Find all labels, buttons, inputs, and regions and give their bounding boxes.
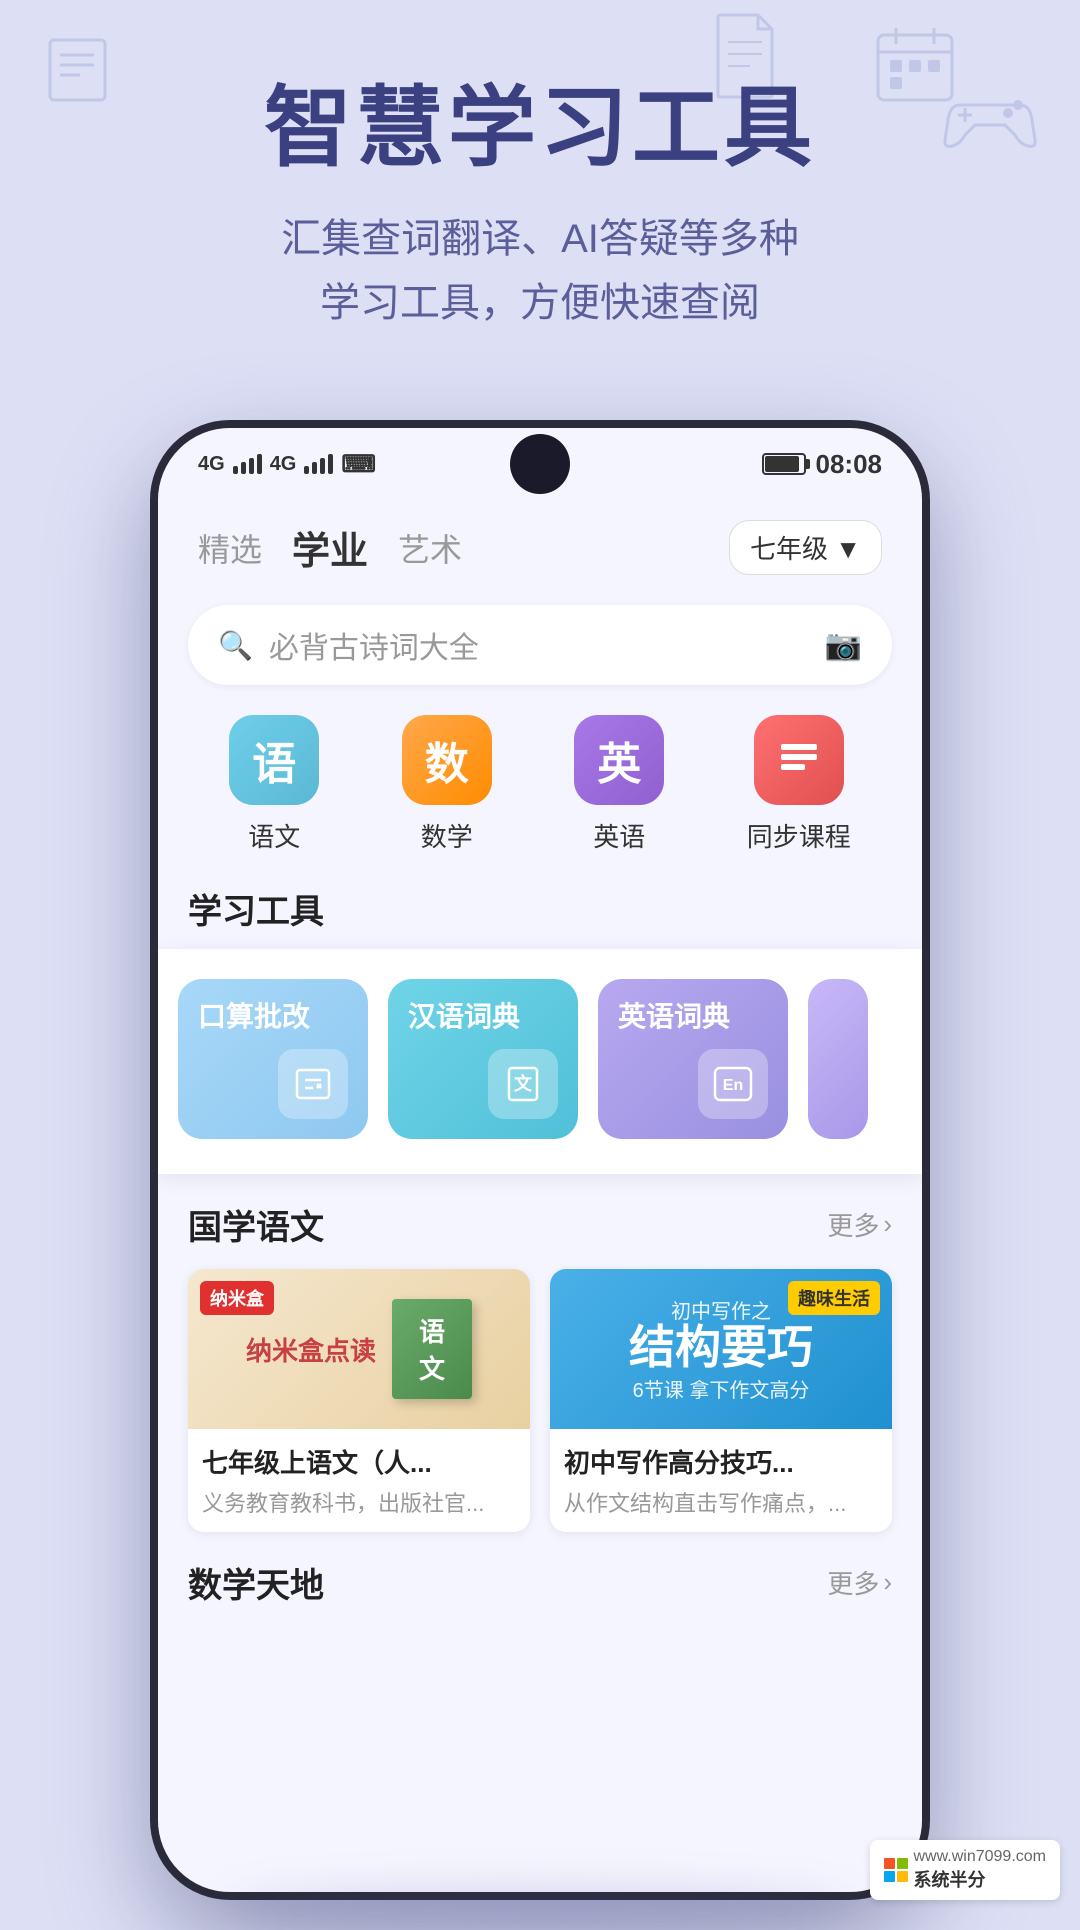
camera-icon[interactable]: 📷 bbox=[825, 628, 862, 663]
subject-math[interactable]: 数 数学 bbox=[402, 715, 492, 854]
status-left: 4G 4G ⌨ bbox=[198, 450, 376, 479]
tab-art[interactable]: 艺术 bbox=[398, 525, 462, 571]
phone-frame: 4G 4G ⌨ bbox=[150, 420, 930, 1900]
math-section-header: 数学天地 更多 › bbox=[158, 1548, 922, 1607]
wifi-icon: ⌨ bbox=[341, 450, 376, 479]
course-grid: 纳米盒 纳米盒点读 语文 七年级上语文（人... 义务教育教科书，出版社官... bbox=[188, 1269, 892, 1532]
tools-section: 口算批改 汉语词典 bbox=[158, 949, 922, 1174]
guoxue-header-row: 国学语文 更多 › bbox=[188, 1200, 892, 1249]
page-subtitle: 汇集查词翻译、AI答疑等多种 学习工具，方便快速查阅 bbox=[60, 207, 1020, 335]
clock: 08:08 bbox=[816, 449, 883, 480]
course1-desc: 义务教育教科书，出版社官... bbox=[202, 1486, 516, 1518]
signal-bars-1 bbox=[233, 454, 262, 474]
oral-label: 口算批改 bbox=[198, 999, 310, 1035]
watermark: www.win7099.com 系统半分 bbox=[870, 1840, 1061, 1900]
guoxue-more[interactable]: 更多 › bbox=[827, 1206, 892, 1243]
grade-selector[interactable]: 七年级 ▼ bbox=[729, 520, 882, 575]
tool-more[interactable] bbox=[808, 979, 868, 1139]
sync-icon bbox=[754, 715, 844, 805]
tab-academic[interactable]: 学业 bbox=[292, 520, 368, 575]
svg-text:En: En bbox=[723, 1077, 743, 1094]
sync-label: 同步课程 bbox=[747, 817, 851, 854]
course-thumb-2: 趣味生活 初中写作之 结构要巧 6节课 拿下作文高分 bbox=[550, 1269, 892, 1429]
subjects-grid: 语 语文 数 数学 英 英语 bbox=[158, 705, 922, 874]
status-bar: 4G 4G ⌨ bbox=[158, 428, 922, 500]
status-right: 08:08 bbox=[762, 449, 883, 480]
subject-english[interactable]: 英 英语 bbox=[574, 715, 664, 854]
svg-text:文: 文 bbox=[514, 1073, 533, 1094]
english-label: 英语 bbox=[593, 817, 645, 854]
math-icon: 数 bbox=[402, 715, 492, 805]
page-title: 智慧学习工具 bbox=[60, 80, 1020, 177]
course1-meta: 七年级上语文（人... 义务教育教科书，出版社官... bbox=[188, 1429, 530, 1532]
math-more[interactable]: 更多 › bbox=[827, 1564, 892, 1601]
course1-badge: 纳米盒 bbox=[200, 1281, 274, 1315]
guoxue-title: 国学语文 bbox=[188, 1200, 324, 1249]
search-placeholder: 必背古诗词大全 bbox=[269, 623, 809, 667]
phone-mockup: 4G 4G ⌨ bbox=[150, 420, 930, 1900]
math-label: 数学 bbox=[421, 817, 473, 854]
search-icon: 🔍 bbox=[218, 629, 253, 662]
course2-meta: 初中写作高分技巧... 从作文结构直击写作痛点，... bbox=[550, 1429, 892, 1532]
tool-english-dict[interactable]: 英语词典 En bbox=[598, 979, 788, 1139]
chinese-icon: 语 bbox=[229, 715, 319, 805]
english-dict-icon: En bbox=[698, 1049, 768, 1119]
chinese-dict-label: 汉语词典 bbox=[408, 999, 520, 1035]
tab-featured[interactable]: 精选 bbox=[198, 525, 262, 571]
app-content: 精选 学业 艺术 七年级 ▼ 🔍 必背古诗词大全 📷 语 语文 bbox=[158, 500, 922, 1892]
chinese-dict-icon: 文 bbox=[488, 1049, 558, 1119]
camera-notch bbox=[510, 434, 570, 494]
course2-title: 初中写作高分技巧... bbox=[564, 1443, 878, 1480]
english-dict-label: 英语词典 bbox=[618, 999, 730, 1035]
4g-label-2: 4G bbox=[270, 453, 297, 476]
chinese-label: 语文 bbox=[248, 817, 300, 854]
course-card-1[interactable]: 纳米盒 纳米盒点读 语文 七年级上语文（人... 义务教育教科书，出版社官... bbox=[188, 1269, 530, 1532]
4g-label-1: 4G bbox=[198, 453, 225, 476]
tool-chinese-dict[interactable]: 汉语词典 文 bbox=[388, 979, 578, 1139]
search-bar[interactable]: 🔍 必背古诗词大全 📷 bbox=[188, 605, 892, 685]
english-icon: 英 bbox=[574, 715, 664, 805]
course1-title: 七年级上语文（人... bbox=[202, 1443, 516, 1480]
tools-section-header: 学习工具 bbox=[158, 874, 922, 949]
course1-main-text: 纳米盒点读 bbox=[246, 1331, 376, 1368]
watermark-logo: www.win7099.com 系统半分 bbox=[884, 1848, 1047, 1892]
tools-row: 口算批改 汉语词典 bbox=[178, 979, 902, 1144]
oral-icon bbox=[278, 1049, 348, 1119]
tab-bar: 精选 学业 艺术 七年级 ▼ bbox=[158, 500, 922, 595]
subject-sync[interactable]: 同步课程 bbox=[747, 715, 851, 854]
course1-book: 语文 bbox=[392, 1299, 472, 1399]
math-title: 数学天地 bbox=[188, 1558, 324, 1607]
course-card-2[interactable]: 趣味生活 初中写作之 结构要巧 6节课 拿下作文高分 初中写作高分技巧... 从… bbox=[550, 1269, 892, 1532]
windows-logo bbox=[884, 1858, 908, 1882]
signal-bars-2 bbox=[304, 454, 333, 474]
subject-chinese[interactable]: 语 语文 bbox=[229, 715, 319, 854]
course2-desc: 从作文结构直击写作痛点，... bbox=[564, 1486, 878, 1518]
course2-thumb-content: 初中写作之 结构要巧 6节课 拿下作文高分 bbox=[619, 1285, 823, 1413]
course-thumb-1: 纳米盒 纳米盒点读 语文 bbox=[188, 1269, 530, 1429]
battery-icon bbox=[762, 453, 806, 475]
guoxue-section: 国学语文 更多 › 纳米盒 纳米盒点读 bbox=[158, 1184, 922, 1548]
tool-oral[interactable]: 口算批改 bbox=[178, 979, 368, 1139]
